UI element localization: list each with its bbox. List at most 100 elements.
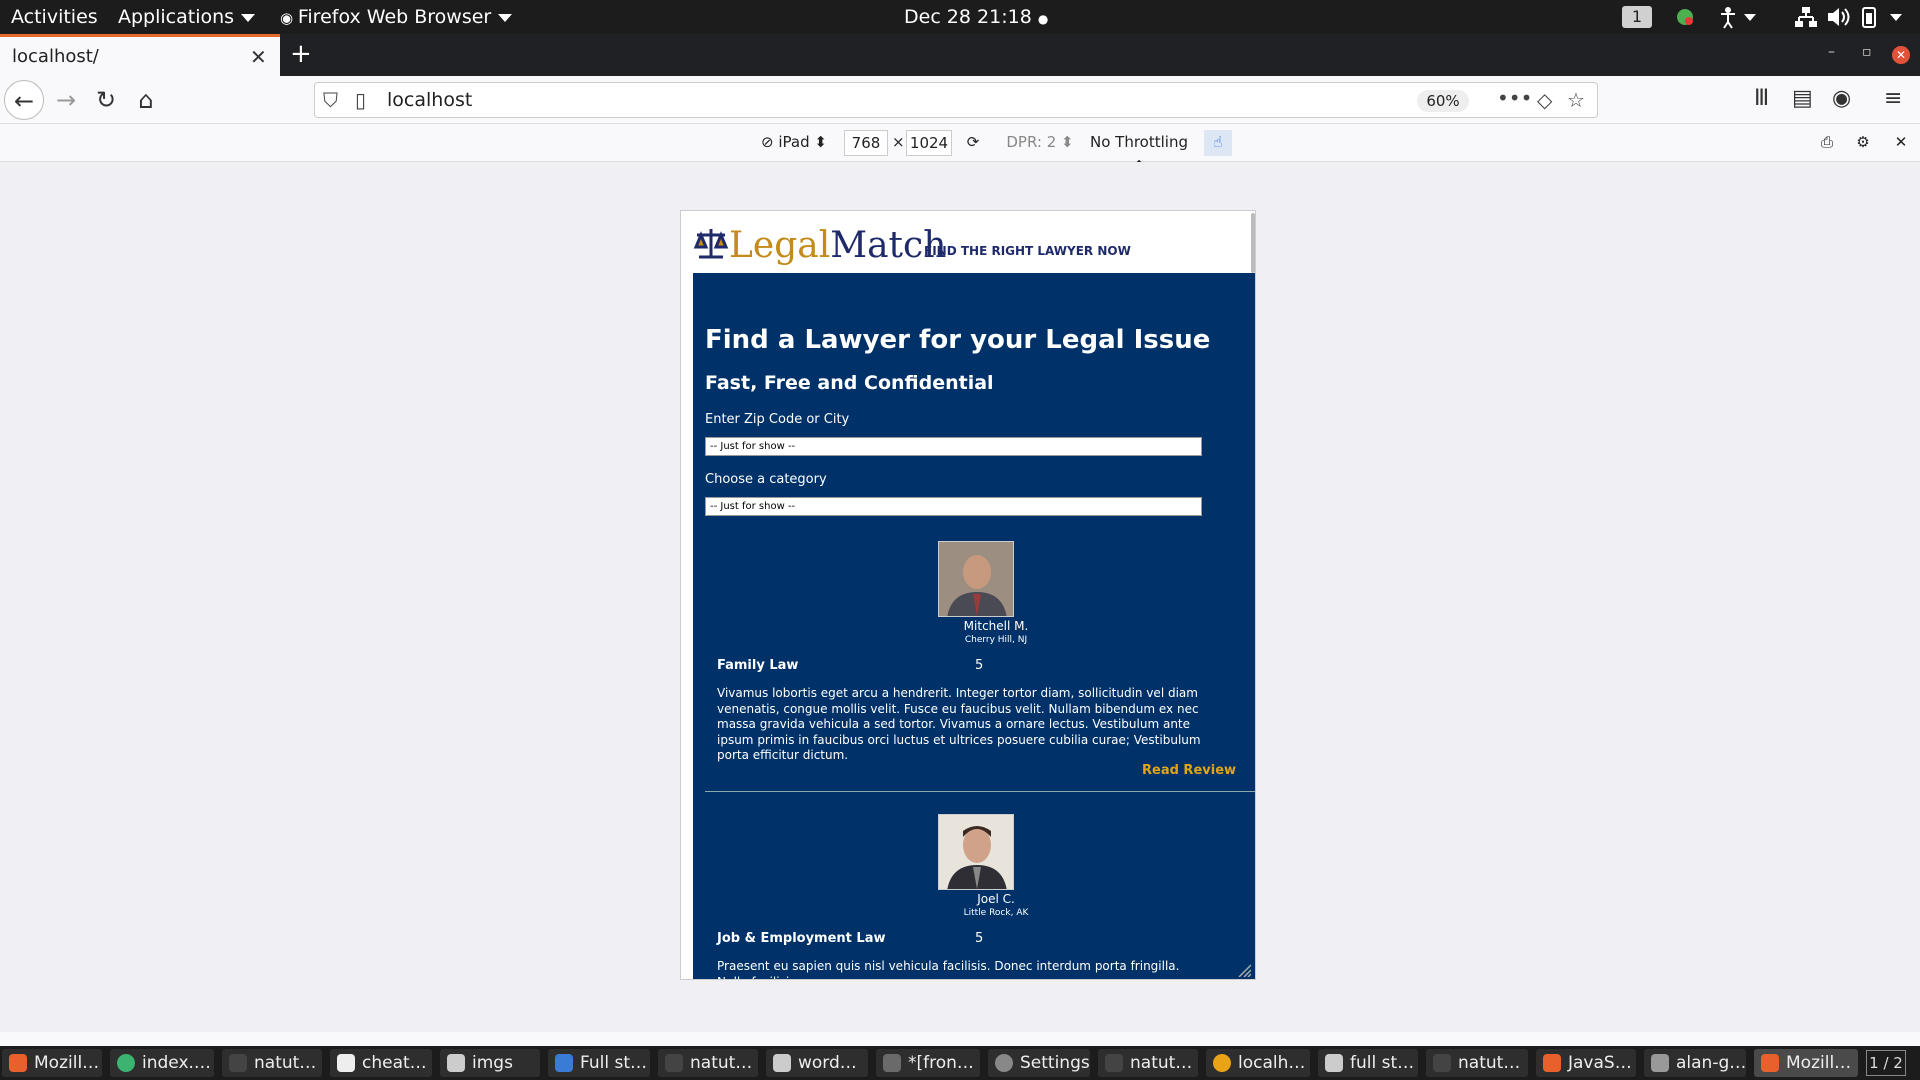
activities-button[interactable]: Activities xyxy=(11,6,98,28)
firefox-icon xyxy=(1543,1054,1561,1072)
task-files-imgs[interactable]: imgs xyxy=(440,1049,540,1077)
home-icon[interactable]: ⌂ xyxy=(126,80,166,120)
viewport-height-input[interactable]: 1024 xyxy=(906,130,952,156)
task-terminal-3[interactable]: natut… xyxy=(1098,1049,1198,1077)
hamburger-menu-icon[interactable]: ≡ xyxy=(1884,86,1902,111)
task-chrome-localhost[interactable]: localh… xyxy=(1206,1049,1310,1077)
read-review-link[interactable]: Read Review xyxy=(1142,763,1236,778)
clock[interactable]: Dec 28 21:18 ● xyxy=(904,6,1048,28)
category-select[interactable]: -- Just for show -- xyxy=(705,497,1202,516)
zoom-level-badge[interactable]: 60% xyxy=(1417,90,1469,112)
viewport-width-input[interactable]: 768 xyxy=(844,130,888,156)
settings-gear-icon xyxy=(995,1054,1013,1072)
task-files-word[interactable]: word… xyxy=(766,1049,868,1077)
zip-select[interactable]: -- Just for show -- xyxy=(705,437,1202,456)
task-settings[interactable]: Settings xyxy=(988,1049,1090,1077)
device-selector[interactable]: ⊘ iPad ⬍ xyxy=(756,130,832,156)
url-text[interactable]: localhost xyxy=(387,89,472,111)
review-text: Praesent eu sapien quis nisl vehicula fa… xyxy=(717,959,1180,979)
task-document-full[interactable]: Full st… xyxy=(548,1049,650,1077)
taskbar: Mozill… index.… natut… cheat… imgs Full … xyxy=(0,1046,1920,1080)
rotate-device-icon[interactable]: ⟳ xyxy=(960,130,986,156)
app-menu-firefox[interactable]: ◉ Firefox Web Browser xyxy=(280,6,513,28)
card-divider xyxy=(705,791,1255,792)
logo-legal: Legal xyxy=(729,225,831,266)
rating-value: 5 xyxy=(975,658,984,673)
dpr-selector[interactable]: DPR: 2 ⬍ xyxy=(1004,130,1076,156)
folder-icon xyxy=(773,1054,791,1072)
sidebar-icon[interactable]: ▤ xyxy=(1792,86,1813,111)
battery-icon[interactable] xyxy=(1858,4,1908,30)
task-label: natut… xyxy=(1458,1053,1521,1073)
pocket-icon[interactable]: ◇ xyxy=(1537,88,1552,112)
task-editor-cheat[interactable]: cheat… xyxy=(330,1049,432,1077)
workspace-pager[interactable]: 1 / 2 xyxy=(1866,1050,1906,1076)
screenshot-icon[interactable]: ⎙ xyxy=(1814,130,1840,156)
task-label: alan-g… xyxy=(1676,1053,1746,1073)
task-editor-front[interactable]: *[fron… xyxy=(876,1049,980,1077)
volume-icon[interactable] xyxy=(1826,4,1850,30)
resize-handle-icon[interactable] xyxy=(1237,963,1251,977)
account-icon[interactable]: ◉ xyxy=(1832,86,1851,111)
lawyer-name: Mitchell M. xyxy=(963,619,1029,633)
close-rdm-icon[interactable]: ✕ xyxy=(1888,130,1914,156)
task-image-viewer[interactable]: alan-g… xyxy=(1644,1049,1746,1077)
throttling-selector[interactable]: No Throttling ⬍ xyxy=(1084,130,1194,175)
applications-menu[interactable]: Applications xyxy=(118,6,256,28)
close-icon[interactable]: ✕ xyxy=(250,45,267,69)
task-label: Full st… xyxy=(580,1053,647,1073)
tagline: FIND THE RIGHT LAWYER NOW xyxy=(924,244,1131,258)
throttling-label: No Throttling xyxy=(1090,133,1188,151)
task-label: word… xyxy=(798,1053,857,1073)
settings-gear-icon[interactable]: ⚙ xyxy=(1850,130,1876,156)
maximize-icon[interactable]: ▫ xyxy=(1862,44,1872,60)
practice-area: Job & Employment Law xyxy=(717,931,886,946)
url-bar[interactable]: ⛉ ▯ localhost 60% ••• ◇ ☆ xyxy=(314,82,1598,118)
task-files-full[interactable]: full st… xyxy=(1318,1049,1418,1077)
task-terminal-4[interactable]: natut… xyxy=(1426,1049,1528,1077)
network-icon[interactable] xyxy=(1794,4,1818,30)
task-label: localh… xyxy=(1238,1053,1306,1073)
reload-icon[interactable]: ↻ xyxy=(86,80,126,120)
chevron-down-icon xyxy=(498,13,513,22)
scrollbar[interactable] xyxy=(1251,213,1255,273)
window-close-icon[interactable]: ✕ xyxy=(1892,46,1910,64)
terminal-icon xyxy=(665,1054,683,1072)
tab-localhost[interactable]: localhost/ ✕ xyxy=(0,34,280,76)
task-firefox-1[interactable]: Mozill… xyxy=(2,1049,102,1077)
accessibility-icon[interactable] xyxy=(1718,4,1758,30)
task-label: natut… xyxy=(1130,1053,1193,1073)
chevron-down-icon xyxy=(241,13,256,22)
shield-status-icon[interactable] xyxy=(1674,4,1696,30)
back-arrow-icon[interactable]: ← xyxy=(4,80,44,120)
minimize-icon[interactable]: – xyxy=(1828,44,1835,60)
responsive-viewport: LegalMatch FIND THE RIGHT LAWYER NOW Fin… xyxy=(0,162,1920,1032)
page-icon[interactable]: ▯ xyxy=(355,88,366,112)
workspace-indicator[interactable]: 1 xyxy=(1622,6,1652,28)
touch-simulation-icon[interactable]: ☝ xyxy=(1204,130,1232,156)
category-label: Choose a category xyxy=(705,472,827,487)
forward-arrow-icon[interactable]: → xyxy=(46,80,86,120)
task-firefox-javascript[interactable]: JavaS… xyxy=(1536,1049,1636,1077)
search-panel: Find a Lawyer for your Legal Issue Fast,… xyxy=(693,273,1255,979)
terminal-icon xyxy=(1105,1054,1123,1072)
dimension-separator: × xyxy=(892,133,905,151)
task-label: natut… xyxy=(690,1053,753,1073)
task-label: index.… xyxy=(142,1053,211,1073)
library-icon[interactable]: Ⅲ xyxy=(1754,86,1769,111)
tab-strip: localhost/ ✕ + – ▫ xyxy=(0,34,1920,76)
task-chrome-index[interactable]: index.… xyxy=(110,1049,214,1077)
tracking-shield-icon[interactable]: ⛉ xyxy=(323,88,338,112)
task-label: full st… xyxy=(1350,1053,1415,1073)
task-firefox-active[interactable]: Mozill… xyxy=(1754,1049,1858,1077)
practice-area: Family Law xyxy=(717,658,799,673)
navigation-toolbar: ← → ↻ ⌂ ⛉ ▯ localhost 60% ••• ◇ ☆ Ⅲ ▤ ◉ … xyxy=(0,76,1920,124)
task-terminal-1[interactable]: natut… xyxy=(222,1049,322,1077)
task-terminal-2[interactable]: natut… xyxy=(658,1049,758,1077)
page-actions-menu-icon[interactable]: ••• xyxy=(1497,86,1532,110)
new-tab-plus-icon[interactable]: + xyxy=(290,39,312,69)
zip-label: Enter Zip Code or City xyxy=(705,412,850,427)
bookmark-star-icon[interactable]: ☆ xyxy=(1567,88,1585,112)
legalmatch-logo[interactable]: LegalMatch xyxy=(693,225,946,266)
lawyer-name: Joel C. xyxy=(977,892,1015,906)
